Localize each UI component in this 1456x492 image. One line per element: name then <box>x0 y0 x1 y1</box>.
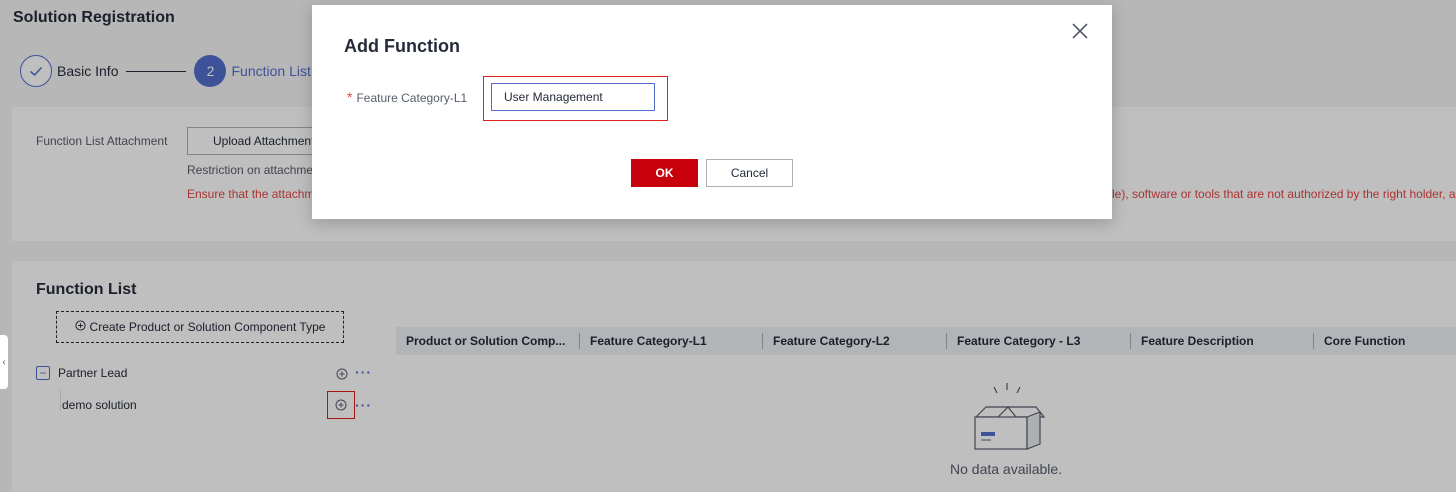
chevron-left-icon: ‹ <box>2 356 6 368</box>
add-function-dialog: Add Function *Feature Category-L1 OK Can… <box>312 5 1112 219</box>
required-mark: * <box>347 89 353 105</box>
field-label-text: Feature Category-L1 <box>356 91 468 105</box>
close-icon[interactable] <box>1070 21 1090 41</box>
collapse-tab[interactable]: ‹ <box>0 335 8 389</box>
feature-category-l1-label: * Feature Category-L1 <box>347 89 467 105</box>
dialog-title: Add Function <box>344 36 460 56</box>
cancel-button[interactable]: Cancel <box>706 159 793 187</box>
ok-button[interactable]: OK <box>631 159 698 187</box>
feature-category-l1-input[interactable] <box>491 83 655 111</box>
